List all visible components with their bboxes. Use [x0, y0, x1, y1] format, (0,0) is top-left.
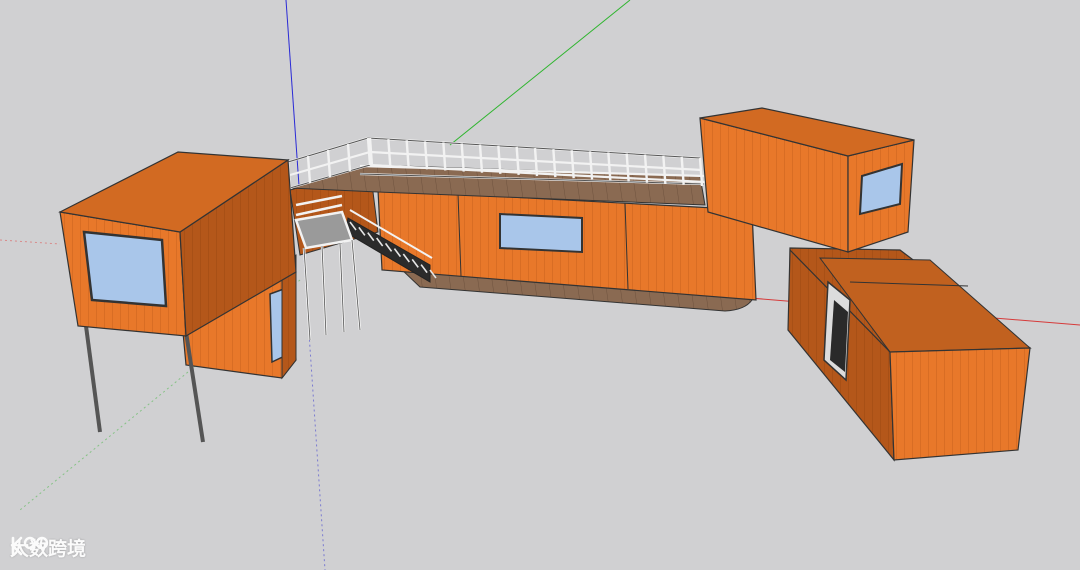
k100-logo-icon	[11, 536, 49, 556]
green-axis	[449, 0, 631, 146]
railing-post	[346, 143, 352, 172]
right-lower-front	[889, 347, 1031, 461]
model-canvas	[0, 0, 1080, 570]
watermark: 大数跨境	[10, 534, 86, 561]
left-window	[82, 230, 168, 308]
central-window	[499, 212, 583, 254]
railing-post	[460, 143, 465, 172]
left-container-block[interactable]	[58, 151, 297, 443]
railing-post	[326, 149, 332, 178]
railing-post	[387, 139, 392, 168]
railing-post	[306, 155, 312, 184]
3d-model-viewport[interactable]: 大数跨境	[0, 0, 1080, 570]
railing-post	[442, 142, 447, 171]
railing-post	[405, 140, 410, 169]
railing-post	[423, 141, 429, 170]
central-container-block[interactable]	[286, 136, 757, 341]
red-axis-dotted	[0, 239, 61, 245]
